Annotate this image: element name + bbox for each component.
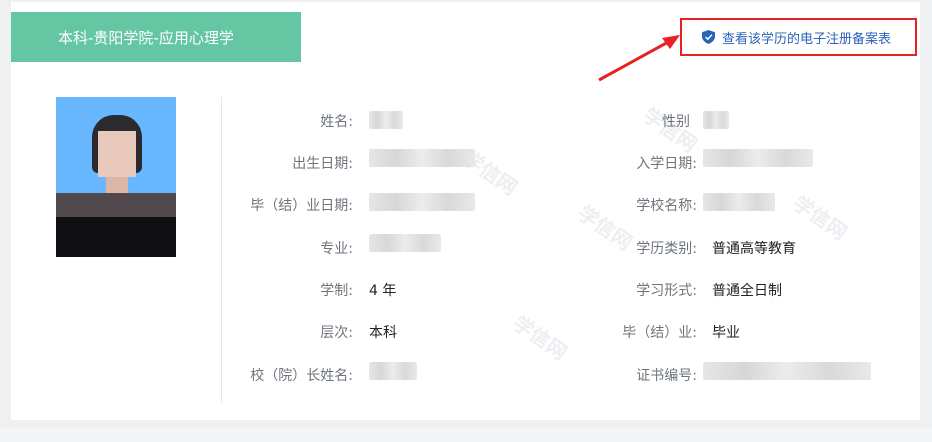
education-type-value: 普通高等教育 [712,241,796,257]
level-value: 本科 [369,325,397,341]
gender-value-redacted [703,111,729,129]
graduation-date-label: 毕（结）业日期: [250,198,353,214]
school-name-value-redacted [703,193,775,211]
principal-name-label: 校（院）长姓名: [250,368,353,384]
graduation-date-value-redacted [369,193,475,211]
view-registration-form-label: 查看该学历的电子注册备案表 [722,31,892,47]
watermark: 学信网 [788,190,852,245]
birth-date-value-redacted [369,149,475,167]
next-card-edge [0,428,932,442]
name-value-redacted [369,111,403,129]
graduation-status-label: 毕（结）业: [622,325,697,341]
major-label: 专业: [320,241,353,257]
gender-label: 性别 [662,114,690,130]
name-label: 姓名: [320,114,353,130]
graduation-status-value: 毕业 [712,325,740,341]
birth-date-label: 出生日期: [292,156,353,172]
red-arrow-annotation [598,35,680,82]
shield-check-icon [702,30,715,44]
watermark: 学信网 [508,310,572,365]
watermark: 学信网 [573,200,637,255]
student-photo [56,97,176,257]
study-mode-value: 普通全日制 [712,283,782,299]
record-card: 本科-贵阳学院-应用心理学 查看该学历的电子注册备案表 学信网 学信网 学信网 … [11,2,920,420]
education-type-label: 学历类别: [636,241,697,257]
principal-name-value-redacted [369,362,417,380]
major-value-redacted [369,234,441,252]
study-mode-label: 学习形式: [636,283,697,299]
school-name-label: 学校名称: [636,198,697,214]
degree-title-tag: 本科-贵阳学院-应用心理学 [11,12,301,62]
study-length-value: 4 年 [369,283,397,299]
view-registration-form-link[interactable]: 查看该学历的电子注册备案表 [680,18,917,56]
enrollment-date-value-redacted [703,149,813,167]
study-length-label: 学制: [320,283,353,299]
certificate-number-value-redacted [703,362,871,380]
enrollment-date-label: 入学日期: [636,156,697,172]
certificate-number-label: 证书编号: [636,368,697,384]
vertical-divider [221,97,222,402]
level-label: 层次: [320,325,353,341]
